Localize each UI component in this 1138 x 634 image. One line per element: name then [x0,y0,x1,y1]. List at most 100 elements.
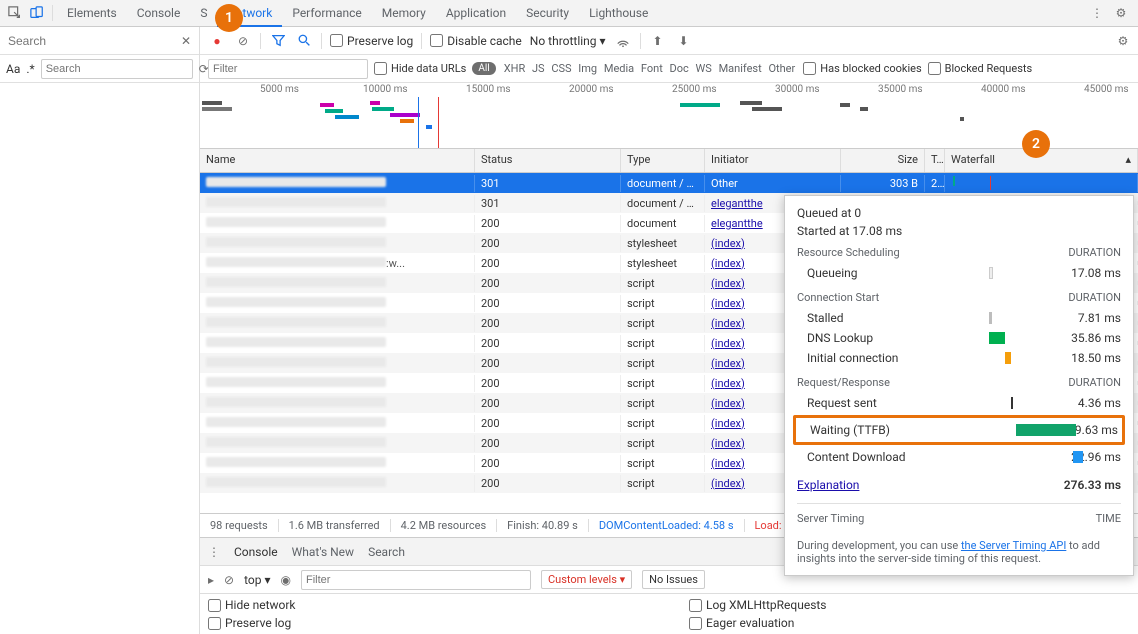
tick-label: 20000 ms [569,84,614,95]
row-stalled: Stalled7.81 ms [797,308,1121,328]
hide-data-urls-label: Hide data URLs [391,62,466,75]
clear-icon[interactable]: ⊘ [234,32,252,50]
col-time[interactable]: T... [925,149,945,172]
close-icon[interactable] [1060,2,1082,24]
ttfb-highlight: Waiting (TTFB)169.63 ms [793,415,1125,445]
console-live-icon[interactable]: ◉ [280,573,290,587]
filter-type-ws[interactable]: WS [694,62,714,75]
duration-header: DURATION [1068,246,1121,259]
section-server-timing: Server Timing [797,512,864,525]
col-initiator[interactable]: Initiator [705,149,841,172]
drawer-tab-whatsnew[interactable]: What's New [292,545,354,559]
eager-eval-checkbox[interactable]: Eager evaluation [689,616,1130,630]
tab-application[interactable]: Application [436,0,516,27]
server-timing-note: During development, you can use the Serv… [785,539,1133,575]
issues-button[interactable]: No Issues [642,570,705,589]
col-name[interactable]: Name [200,149,475,172]
device-toggle-icon[interactable] [26,2,48,24]
console-context-select[interactable]: top ▾ [244,573,270,587]
tab-memory[interactable]: Memory [372,0,436,27]
filter-type-media[interactable]: Media [602,62,636,75]
row-request-sent: Request sent4.36 ms [797,393,1121,413]
row-queueing: Queueing17.08 ms [797,263,1121,283]
dcl-time: DOMContentLoaded: 4.58 s [589,519,745,532]
throttling-select[interactable]: No throttling ▾ [530,34,606,48]
more-menu-icon[interactable]: ⋮ [1086,2,1108,24]
clear-search-icon[interactable]: ✕ [181,34,191,48]
preserve-log-checkbox[interactable]: Preserve log [330,34,413,48]
total-time: 276.33 ms [1024,478,1121,492]
separator [260,33,261,49]
separator [640,33,641,49]
export-har-icon[interactable]: ⬇ [675,32,693,50]
network-conditions-icon[interactable] [614,32,632,50]
filter-type-js[interactable]: JS [530,62,547,75]
network-settings-icon[interactable]: ⚙ [1114,32,1132,50]
tick-label: 5000 ms [260,84,299,95]
tab-performance[interactable]: Performance [282,0,371,27]
tick-label: 10000 ms [363,84,408,95]
console-sidebar-icon[interactable]: ▸ [208,573,214,587]
col-size[interactable]: Size [841,149,925,172]
server-timing-api-link[interactable]: the Server Timing API [961,539,1066,552]
col-status[interactable]: Status [475,149,621,172]
section-scheduling: Resource Scheduling [797,246,900,259]
filter-input[interactable] [208,59,368,79]
table-row[interactable]: 301document / R...Other303 B2... [200,173,1138,193]
annotation-badge-1: 1 [215,4,243,32]
drawer-tab-search[interactable]: Search [368,545,405,559]
hide-network-checkbox[interactable]: Hide network [208,598,649,612]
separator [52,5,53,21]
filter-type-doc[interactable]: Doc [668,62,691,75]
col-type[interactable]: Type [621,149,705,172]
filter-all-pill[interactable]: All [472,62,495,75]
filter-type-css[interactable]: CSS [549,62,573,75]
filter-type-manifest[interactable]: Manifest [717,62,764,75]
tick-label: 30000 ms [775,84,820,95]
filter-type-img[interactable]: Img [576,62,599,75]
hide-data-urls-checkbox[interactable]: Hide data URLs [374,62,466,75]
tick-label: 40000 ms [981,84,1026,95]
blocked-cookies-checkbox[interactable]: Has blocked cookies [803,62,921,75]
tick-label: 35000 ms [878,84,923,95]
console-clear-icon[interactable]: ⊘ [224,573,234,587]
tab-s[interactable]: S [190,0,217,27]
log-xhr-checkbox[interactable]: Log XMLHttpRequests [689,598,1130,612]
row-content-download: Content Download22.96 ms [797,447,1121,467]
separator [321,33,322,49]
filter-type-font[interactable]: Font [639,62,665,75]
started-at: Started at 17.08 ms [797,224,1121,238]
disable-cache-checkbox[interactable]: Disable cache [430,34,522,48]
filter-icon[interactable] [269,32,287,50]
tab-security[interactable]: Security [516,0,579,27]
case-sensitive-toggle[interactable]: Aa [6,62,20,76]
blocked-cookies-label: Has blocked cookies [820,62,921,75]
search-icon[interactable] [295,32,313,50]
search-input[interactable] [8,34,181,48]
filter-type-other[interactable]: Other [766,62,797,75]
settings-gear-icon[interactable]: ⚙ [1110,2,1132,24]
tab-console[interactable]: Console [127,0,191,27]
import-har-icon[interactable]: ⬆ [649,32,667,50]
filter-type-xhr[interactable]: XHR [502,62,528,75]
regex-toggle[interactable]: .* [26,62,34,76]
row-initconn: Initial connection18.50 ms [797,348,1121,368]
tab-elements[interactable]: Elements [57,0,127,27]
timeline-overview[interactable]: 5000 ms10000 ms15000 ms20000 ms25000 ms3… [200,83,1138,149]
explanation-link[interactable]: Explanation [797,478,927,492]
record-icon[interactable]: ● [208,32,226,50]
console-filter-input[interactable] [301,570,531,590]
tick-label: 45000 ms [1084,84,1129,95]
section-request: Request/Response [797,376,890,389]
section-connection: Connection Start [797,291,879,304]
drawer-menu-icon[interactable]: ⋮ [208,545,220,559]
log-levels-select[interactable]: Custom levels ▾ [541,570,632,589]
request-count: 98 requests [200,519,279,532]
transferred-size: 1.6 MB transferred [279,519,391,532]
drawer-tab-console[interactable]: Console [234,545,278,559]
drawer-preserve-log-checkbox[interactable]: Preserve log [208,616,649,630]
inspect-icon[interactable] [4,2,26,24]
blocked-requests-checkbox[interactable]: Blocked Requests [928,62,1033,75]
tab-lighthouse[interactable]: Lighthouse [579,0,658,27]
search-query-input[interactable] [41,59,193,79]
